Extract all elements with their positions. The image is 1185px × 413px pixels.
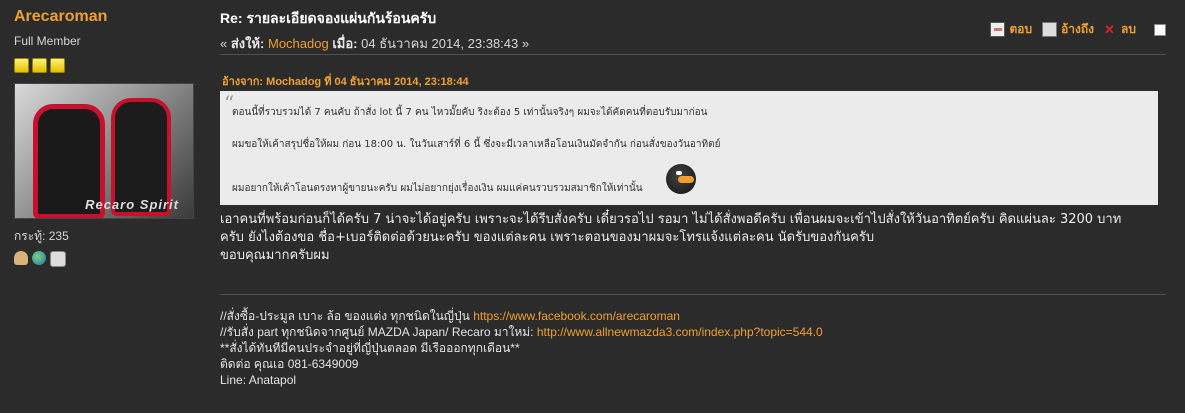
avatar: Recaro Spirit [14, 83, 194, 219]
author-rank: Full Member [14, 34, 81, 48]
facebook-link[interactable]: https://www.facebook.com/arecaroman [473, 309, 680, 323]
star-icon [14, 58, 29, 73]
quote-icon [1042, 22, 1058, 37]
rank-stars [14, 58, 199, 73]
quote-label: อ้างถึง [1061, 22, 1095, 36]
post-body: เอาคนที่พร้อมก่อนก็ได้ครับ 7 น่าจะได้อยู… [220, 211, 1166, 265]
message-icon[interactable] [50, 251, 66, 267]
post-count: กระทู้: 235 [14, 229, 69, 243]
avatar-logo: Recaro Spirit [85, 197, 179, 212]
meta-user-link[interactable]: Mochadog [268, 36, 329, 51]
mazda-link[interactable]: http://www.allnewmazda3.com/index.php?to… [537, 325, 823, 339]
signature-text: //สั่งซื้อ-ประมูล เบาะ ล้อ ของแต่ง ทุกชน… [220, 309, 474, 323]
smiley-beak [678, 176, 694, 183]
signature-line: //สั่งซื้อ-ประมูล เบาะ ล้อ ของแต่ง ทุกชน… [220, 308, 1166, 324]
signature-text: //รับสั่ง part ทุกชนิดจากศูนย์ MAZDA Jap… [220, 325, 537, 339]
quote-button[interactable]: อ้างถึง [1042, 20, 1094, 39]
body-line: เอาคนที่พร้อมก่อนก็ได้ครับ 7 น่าจะได้อยู… [220, 212, 1122, 227]
profile-icon[interactable] [14, 251, 28, 265]
meta-date: 04 ธันวาคม 2014, 23:38:43 » [361, 36, 530, 51]
signature-line: **สั่งได้ทันทีมีคนประจำอยู่ที่ญี่ปุ่นตลอ… [220, 341, 520, 355]
smiley-eye [676, 171, 682, 175]
author-sidebar: Arecaroman Full Member Recaro Spirit กระ… [14, 8, 199, 267]
reply-button[interactable]: ตอบ [990, 20, 1032, 39]
quote-line: ผมขอให้เค้าสรุปชื่อให้ผม ก่อน 18:00 น. ใ… [232, 139, 721, 150]
delete-label: ลบ [1121, 22, 1136, 36]
signature-divider [220, 294, 1166, 295]
signature-line: //รับสั่ง part ทุกชนิดจากศูนย์ MAZDA Jap… [220, 324, 1166, 340]
quote-block: “ ตอนนี้ที่รวบรวมได้ 7 คนคับ ถ้าสั่ง lot… [220, 91, 1158, 205]
star-icon [32, 58, 47, 73]
delete-icon: ✕ [1104, 22, 1115, 37]
meta-when-label: เมื่อ: [332, 36, 358, 51]
post-actions: ตอบ อ้างถึง ✕ ลบ [990, 20, 1166, 39]
select-checkbox[interactable] [1154, 23, 1166, 36]
meta-prefix: « [220, 36, 231, 51]
reply-label: ตอบ [1009, 22, 1033, 36]
profile-icons [14, 251, 199, 267]
bird-smiley-icon [666, 164, 696, 194]
signature-line: ติดต่อ คุณเอ 081-6349009 [220, 357, 359, 371]
author-name[interactable]: Arecaroman [14, 8, 199, 26]
reply-icon [990, 22, 1006, 37]
delete-button[interactable]: ✕ ลบ [1104, 20, 1136, 39]
signature-line: Line: Anatapol [220, 373, 297, 387]
divider [220, 54, 1166, 55]
quote-header[interactable]: อ้างจาก: Mochadog ที่ 04 ธันวาคม 2014, 2… [222, 72, 469, 90]
quote-line: ผมอยากให้เค้าโอนตรงหาผู้ขายนะครับ ผมไม่อ… [232, 183, 643, 194]
signature: //สั่งซื้อ-ประมูล เบาะ ล้อ ของแต่ง ทุกชน… [220, 308, 1166, 388]
quote-line: ตอนนี้ที่รวบรวมได้ 7 คนคับ ถ้าสั่ง lot น… [232, 107, 708, 118]
body-line: ครับ ยังไงต้องขอ ชื่อ+เบอร์ติดต่อด้วยนะค… [220, 230, 875, 245]
body-line: ขอบคุณมากครับผม [220, 248, 330, 263]
meta-reply-label: ส่งให้: [230, 36, 265, 51]
star-icon [50, 58, 65, 73]
post-header: Re: รายละเอียดจองแผ่นกันร้อนครับ « ส่งให… [220, 8, 1166, 54]
website-icon[interactable] [32, 251, 46, 265]
